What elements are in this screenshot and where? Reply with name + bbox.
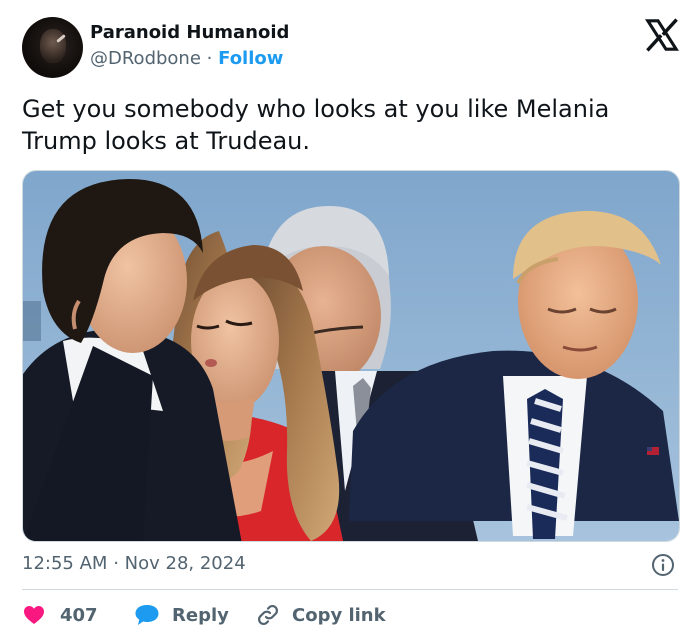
tweet-card: Paranoid Humanoid @DRodbone · Follow Get…: [0, 0, 700, 642]
copy-link-label: Copy link: [292, 604, 386, 626]
heart-icon: [24, 606, 44, 624]
author-handle-row: @DRodbone · Follow: [90, 48, 283, 69]
author-name[interactable]: Paranoid Humanoid: [90, 22, 289, 43]
tweet-time: 12:55 AM: [22, 553, 108, 574]
tweet-timestamp[interactable]: 12:55 AM · Nov 28, 2024: [22, 553, 246, 574]
like-count: 407: [60, 604, 98, 626]
link-icon: [257, 604, 279, 626]
tweet-text: Get you somebody who looks at you like M…: [22, 95, 610, 155]
divider: [22, 589, 678, 590]
tweet-date: Nov 28, 2024: [124, 553, 246, 574]
speech-bubble-icon: [135, 605, 159, 625]
reply-label: Reply: [172, 604, 229, 626]
like-button[interactable]: 407: [22, 600, 112, 630]
tweet-photo[interactable]: [22, 170, 680, 542]
handle-separator: ·: [206, 48, 213, 69]
photo-illustration: [23, 171, 679, 541]
copy-link-button[interactable]: Copy link: [256, 600, 396, 630]
x-logo-icon[interactable]: [645, 18, 679, 52]
follow-button[interactable]: Follow: [218, 48, 283, 69]
info-icon[interactable]: [651, 553, 675, 577]
avatar[interactable]: [22, 17, 83, 78]
reply-button[interactable]: Reply: [134, 600, 244, 630]
author-handle[interactable]: @DRodbone: [90, 48, 201, 69]
timestamp-separator: ·: [113, 553, 119, 574]
